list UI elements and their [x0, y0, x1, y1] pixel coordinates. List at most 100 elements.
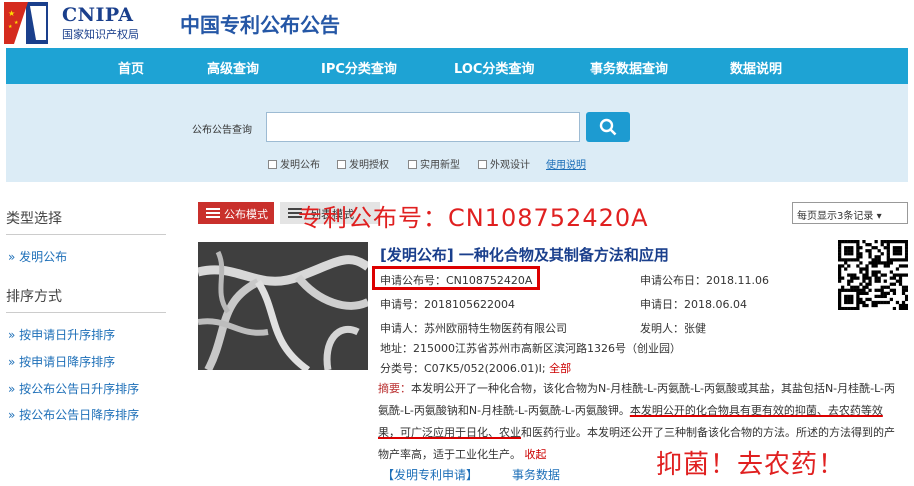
qr-module	[886, 249, 890, 253]
qr-code[interactable]	[838, 240, 908, 310]
qr-module	[880, 273, 884, 277]
qr-module	[856, 297, 860, 302]
qr-module	[895, 279, 900, 283]
invention-application-link[interactable]: 【发明专利申请】	[382, 466, 478, 483]
qr-module	[847, 249, 851, 253]
qr-module	[901, 240, 906, 244]
qr-module	[895, 249, 900, 253]
nav-item-ipc-search[interactable]: IPC分类查询	[321, 58, 397, 77]
nav-item-data-help[interactable]: 数据说明	[730, 58, 782, 77]
qr-module	[853, 273, 857, 277]
qr-module	[844, 297, 848, 302]
qr-module	[847, 258, 851, 262]
qr-module	[883, 273, 887, 277]
checkbox-design[interactable]: 外观设计	[478, 156, 530, 171]
qr-module	[868, 276, 872, 280]
flag-logo-icon: ★ ★ ★	[4, 2, 48, 44]
qr-module	[901, 264, 906, 268]
qr-module	[871, 303, 875, 308]
qr-module	[865, 291, 869, 295]
nav-item-home[interactable]: 首页	[118, 58, 144, 77]
qr-module	[838, 264, 842, 268]
qr-module	[883, 246, 887, 250]
qr-module	[889, 282, 893, 286]
qr-module	[847, 273, 851, 277]
qr-module	[838, 294, 842, 299]
nav-item-transaction-search[interactable]: 事务数据查询	[590, 58, 668, 77]
qr-module	[865, 273, 869, 277]
search-label: 公布公告查询	[192, 125, 252, 136]
per-page-value: 每页显示3条记录	[797, 211, 874, 222]
qr-module	[859, 261, 863, 265]
qr-module	[868, 252, 872, 256]
qr-module	[838, 240, 842, 244]
qr-module	[853, 306, 857, 310]
qr-module	[850, 297, 854, 302]
qr-module	[847, 300, 851, 305]
nav-item-advanced-search[interactable]: 高级查询	[207, 58, 259, 77]
checkbox-box[interactable]	[268, 160, 277, 169]
qr-module	[847, 264, 851, 268]
qr-module	[865, 282, 869, 286]
sidebar-item-sort-app-desc[interactable]: » 按申请日降序排序	[8, 353, 115, 370]
checkbox-invention-grant[interactable]: 发明授权	[337, 156, 389, 171]
cnipa-logo[interactable]: ★ ★ ★ CNIPA 国家知识产权局	[4, 2, 164, 44]
qr-module	[904, 258, 908, 262]
qr-module	[895, 246, 900, 250]
qr-module	[865, 285, 869, 289]
nav-item-loc-search[interactable]: LOC分类查询	[454, 58, 534, 77]
publication-mode-button[interactable]: 公布模式	[198, 202, 274, 224]
qr-module	[856, 276, 860, 280]
sidebar-item-invention-publication[interactable]: » 发明公布	[8, 248, 67, 265]
qr-module	[859, 297, 863, 302]
qr-module	[871, 270, 875, 274]
per-page-select[interactable]: 每页显示3条记录 ▾	[792, 202, 908, 224]
qr-module	[889, 276, 893, 280]
qr-module	[868, 255, 872, 259]
qr-module	[862, 291, 866, 295]
qr-module	[904, 273, 908, 277]
qr-module	[847, 240, 851, 244]
qr-module	[865, 243, 869, 247]
qr-module	[880, 240, 884, 244]
checkbox-label: 实用新型	[420, 160, 460, 171]
sidebar-item-sort-app-asc[interactable]: » 按申请日升序排序	[8, 326, 115, 343]
compound-image[interactable]	[198, 242, 368, 370]
sidebar-item-sort-pub-desc[interactable]: » 按公布公告日降序排序	[8, 406, 139, 423]
qr-module	[844, 267, 848, 271]
qr-module	[856, 291, 860, 295]
qr-module	[898, 273, 903, 277]
qr-module	[859, 267, 863, 271]
qr-module	[850, 300, 854, 305]
qr-module	[841, 288, 845, 292]
record-title[interactable]: [发明公布] 一种化合物及其制备方法和应用	[380, 244, 669, 265]
qr-module	[904, 252, 908, 256]
help-link[interactable]: 使用说明	[546, 156, 586, 171]
sidebar-item-sort-pub-asc[interactable]: » 按公布公告日升序排序	[8, 380, 139, 397]
qr-module	[856, 252, 860, 256]
search-input[interactable]	[266, 112, 580, 142]
qr-module	[856, 240, 860, 244]
qr-module	[847, 288, 851, 292]
qr-module	[901, 258, 906, 262]
collapse-link[interactable]: 收起	[525, 448, 547, 461]
classification-all-link[interactable]: 全部	[549, 362, 571, 375]
qr-module	[892, 306, 897, 310]
qr-module	[874, 270, 878, 274]
checkbox-invention-publication[interactable]: 发明公布	[268, 156, 320, 171]
qr-module	[886, 285, 890, 289]
qr-module	[856, 306, 860, 310]
type-heading: 类型选择	[6, 208, 166, 235]
qr-module	[859, 291, 863, 295]
checkbox-box[interactable]	[337, 160, 346, 169]
transaction-data-link[interactable]: 事务数据	[512, 466, 560, 483]
qr-module	[838, 297, 842, 302]
search-button[interactable]	[586, 112, 630, 142]
checkbox-box[interactable]	[408, 160, 417, 169]
qr-module	[838, 267, 842, 271]
qr-module	[874, 279, 878, 283]
qr-module	[889, 261, 893, 265]
checkbox-utility-model[interactable]: 实用新型	[408, 156, 460, 171]
qr-module	[886, 240, 890, 244]
checkbox-box[interactable]	[478, 160, 487, 169]
